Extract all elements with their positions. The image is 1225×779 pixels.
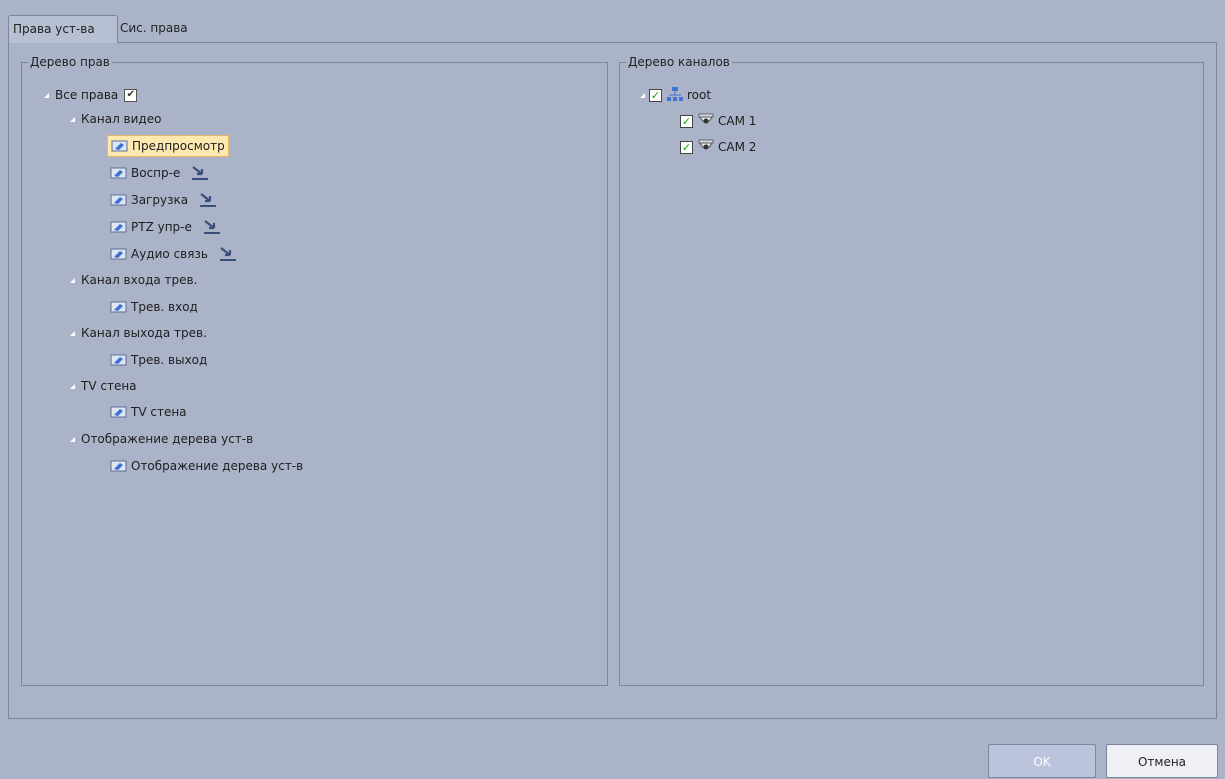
tree-item-tvwall-group[interactable]: TV стена	[70, 375, 137, 397]
permission-icon	[110, 354, 127, 366]
tree-item-alarm-out[interactable]: Трев. выход	[110, 349, 207, 371]
cancel-button[interactable]: Отмена	[1106, 744, 1218, 778]
ok-button[interactable]: OK	[988, 744, 1096, 778]
camera-icon	[698, 139, 714, 150]
tab-system-rights[interactable]: Сис. права	[116, 15, 214, 41]
checkbox-icon[interactable]: ✓	[680, 140, 693, 154]
arrow-down-right-icon[interactable]	[218, 246, 238, 262]
arrow-down-right-icon[interactable]	[198, 192, 218, 208]
arrow-down-right-icon[interactable]	[190, 165, 210, 181]
tree-item-playback[interactable]: Воспр-е	[110, 162, 210, 184]
expand-arrow-icon[interactable]	[70, 277, 75, 283]
tree-item-label: PTZ упр-е	[131, 220, 192, 234]
tree-item-all-rights[interactable]: Все права ✔	[44, 84, 138, 106]
rights-tree-title: Дерево прав	[28, 54, 112, 70]
tree-item-label: Трев. вход	[131, 300, 198, 314]
permission-icon	[110, 221, 127, 233]
tree-item-video-channel[interactable]: Канал видео	[70, 108, 161, 130]
camera-icon	[698, 113, 714, 124]
permission-icon	[111, 140, 128, 152]
tree-item-root[interactable]: ✓ root	[640, 84, 711, 106]
tree-item-label: Трев. выход	[131, 353, 208, 367]
tree-item-label: TV стена	[81, 379, 137, 393]
tree-item-label: Отображение дерева уст-в	[81, 432, 254, 446]
arrow-down-right-icon[interactable]	[202, 219, 222, 235]
tree-item-audio[interactable]: Аудио связь	[110, 243, 238, 265]
tree-item-label: TV стена	[131, 405, 187, 419]
expand-arrow-icon[interactable]	[70, 116, 75, 122]
tree-item-download[interactable]: Загрузка	[110, 189, 218, 211]
tree-item-label: Отображение дерева уст-в	[131, 459, 304, 473]
tree-item-label: Предпросмотр	[132, 139, 225, 153]
expand-arrow-icon[interactable]	[70, 436, 75, 442]
permission-icon	[110, 248, 127, 260]
tab-device-rights[interactable]: Права уст-ва	[8, 15, 118, 43]
channel-tree-title: Дерево каналов	[626, 54, 732, 70]
expand-arrow-icon[interactable]	[44, 92, 49, 98]
tree-item-alarm-in-channel[interactable]: Канал входа трев.	[70, 269, 197, 291]
tree-item-label: Канал входа трев.	[81, 273, 198, 287]
tree-item-label: root	[687, 88, 712, 102]
tree-item-label: Все права	[55, 88, 119, 102]
tree-item-label: Загрузка	[131, 193, 189, 207]
permission-icon	[110, 460, 127, 472]
permission-icon	[110, 406, 127, 418]
permission-icon	[110, 301, 127, 313]
tree-item-tvwall[interactable]: TV стена	[110, 401, 187, 423]
tree-item-devtree-group[interactable]: Отображение дерева уст-в	[70, 428, 253, 450]
tree-item-ptz[interactable]: PTZ упр-е	[110, 216, 222, 238]
expand-arrow-icon[interactable]	[70, 330, 75, 336]
checkbox-icon[interactable]: ✔	[124, 88, 138, 102]
checkbox-icon[interactable]: ✓	[680, 114, 693, 128]
expand-arrow-icon[interactable]	[640, 92, 645, 98]
tree-item-label: CAM 1	[718, 114, 757, 128]
permission-icon	[110, 167, 127, 179]
checkbox-icon[interactable]: ✓	[649, 88, 662, 102]
tree-item-label: Канал выхода трев.	[81, 326, 207, 340]
tree-item-label: CAM 2	[718, 140, 757, 154]
tree-item-label: Канал видео	[81, 112, 162, 126]
permission-icon	[110, 194, 127, 206]
tree-item-label: Воспр-е	[131, 166, 181, 180]
tree-item-cam1[interactable]: ✓ CAM 1	[680, 110, 756, 132]
tree-item-alarm-out-channel[interactable]: Канал выхода трев.	[70, 322, 207, 344]
tree-item-devtree[interactable]: Отображение дерева уст-в	[110, 455, 303, 477]
network-icon	[667, 87, 683, 101]
tree-item-alarm-in[interactable]: Трев. вход	[110, 296, 198, 318]
tree-item-label: Аудио связь	[131, 247, 208, 261]
tree-item-cam2[interactable]: ✓ CAM 2	[680, 136, 756, 158]
tree-item-preview[interactable]: Предпросмотр	[107, 135, 229, 157]
expand-arrow-icon[interactable]	[70, 383, 75, 389]
